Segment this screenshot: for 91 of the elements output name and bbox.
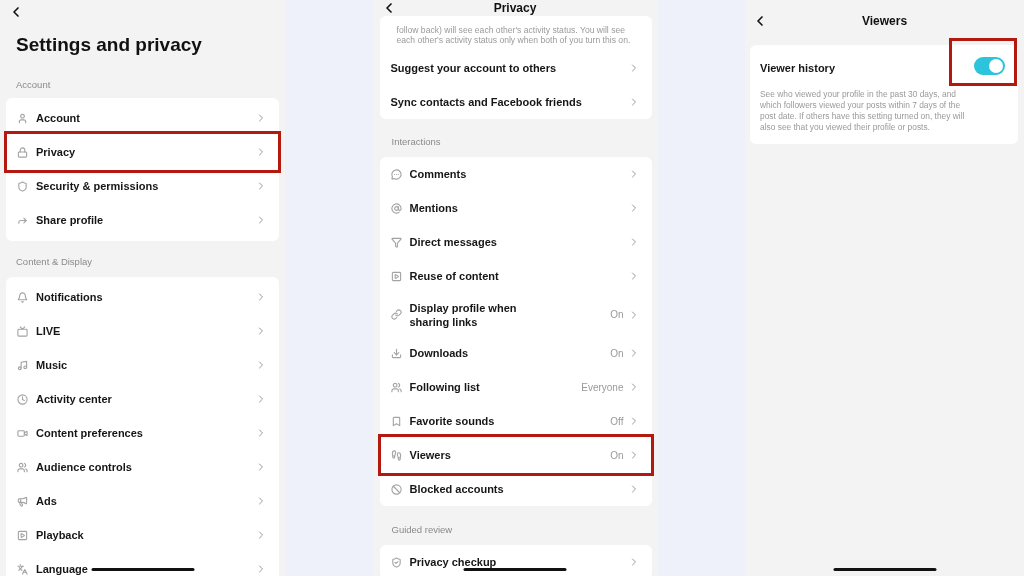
settings-row[interactable]: Viewers On — [379, 438, 652, 472]
row-label: Downloads — [409, 346, 469, 360]
page-title: Privacy — [493, 1, 537, 15]
row-value: Off — [610, 415, 624, 427]
blocked-icon — [390, 483, 402, 495]
page-title: Settings and privacy — [16, 33, 203, 57]
row-label: Viewers — [409, 448, 451, 462]
row-label: Share profile — [36, 213, 104, 227]
bookmark-icon — [390, 415, 402, 427]
section-label: Interactions — [390, 135, 442, 149]
people-icon — [17, 461, 28, 473]
row-label: Ads — [36, 494, 57, 508]
section-label: Guided review — [390, 523, 454, 537]
speech-bubble-icon — [390, 168, 402, 180]
footprints-icon — [390, 449, 402, 461]
settings-row[interactable]: Blocked accounts — [379, 472, 652, 506]
setting-title: Viewer history — [760, 62, 835, 74]
row-label: Direct messages — [409, 235, 497, 249]
row-label: Audience controls — [36, 460, 132, 474]
row-label: Reuse of content — [409, 269, 499, 283]
settings-row[interactable]: Privacy — [6, 135, 279, 169]
section-label: Account — [15, 78, 52, 92]
settings-row[interactable]: Playback — [6, 518, 279, 552]
row-label: Activity center — [36, 392, 112, 406]
row-label: Comments — [409, 167, 467, 181]
settings-row[interactable]: Suggest your account to others — [379, 51, 652, 85]
link-icon — [390, 309, 402, 320]
music-note-icon — [17, 359, 28, 371]
row-label: Sync contacts and Facebook friends — [390, 95, 582, 109]
setting-description: See who viewed your profile in the past 30 days, and which followers viewed your posts within 7 days of the post date. If others have this setting turned on, they will also see that you viewed their profile or posts. — [760, 89, 966, 133]
shield-check-icon — [390, 556, 402, 568]
settings-row[interactable]: Mentions — [379, 191, 652, 225]
row-label: Blocked accounts — [409, 482, 504, 496]
play-icon — [17, 529, 28, 541]
settings-row[interactable]: Favorite sounds Off — [379, 404, 652, 438]
bell-icon — [17, 291, 28, 303]
row-label: Security & permissions — [36, 179, 159, 193]
row-label: Language — [36, 562, 88, 576]
row-label: Content preferences — [36, 426, 143, 440]
description-text: follow back) will see each other's activity status. You will see each other's activity status only when both of you turn this on. — [395, 24, 632, 45]
settings-row[interactable]: Notifications — [6, 280, 279, 314]
funnel-icon — [390, 236, 402, 248]
row-label: Following list — [409, 380, 480, 394]
row-value: On — [610, 309, 624, 320]
settings-row[interactable]: LIVE — [6, 314, 279, 348]
tv-icon — [17, 325, 28, 337]
settings-row[interactable]: Display profile when sharing links On — [379, 293, 652, 336]
settings-row[interactable]: Sync contacts and Facebook friends — [379, 85, 652, 119]
download-icon — [390, 347, 402, 359]
settings-row[interactable]: Direct messages — [379, 225, 652, 259]
settings-row[interactable]: Share profile — [6, 203, 279, 237]
shield-icon — [17, 180, 28, 192]
settings-row[interactable]: Reuse of content — [379, 259, 652, 293]
settings-row[interactable]: Privacy checkup — [379, 545, 652, 576]
row-label: Notifications — [36, 290, 103, 304]
people-icon — [390, 381, 402, 393]
row-label: Privacy — [36, 145, 76, 159]
row-label: Mentions — [409, 201, 458, 215]
settings-row[interactable]: Language — [6, 552, 279, 576]
row-label: Favorite sounds — [409, 414, 495, 428]
settings-row[interactable]: Security & permissions — [6, 169, 279, 203]
settings-row[interactable]: Comments — [379, 157, 652, 191]
row-value: Everyone — [581, 381, 624, 393]
row-label: Playback — [36, 528, 84, 542]
row-label: Music — [36, 358, 68, 372]
row-label: Suggest your account to others — [390, 61, 557, 75]
clock-icon — [17, 393, 28, 405]
row-label: Display profile when sharing links — [409, 300, 518, 329]
at-sign-icon — [390, 202, 402, 214]
language-icon — [17, 563, 28, 575]
section-label: Content & Display — [15, 255, 94, 269]
settings-row[interactable]: Audience controls — [6, 450, 279, 484]
toggle-switch[interactable] — [974, 57, 1005, 75]
row-label: LIVE — [36, 324, 61, 338]
row-label: Account — [36, 111, 80, 125]
settings-row[interactable]: Content preferences — [6, 416, 279, 450]
row-value: On — [610, 449, 624, 461]
settings-row[interactable]: Activity center — [6, 382, 279, 416]
page-title: Viewers — [861, 14, 908, 28]
play-icon — [390, 270, 402, 282]
settings-row[interactable]: Following list Everyone — [379, 370, 652, 404]
lock-icon — [17, 146, 28, 158]
megaphone-icon — [17, 495, 28, 507]
settings-row[interactable]: Account — [6, 101, 279, 135]
row-label: Privacy checkup — [409, 555, 497, 569]
person-icon — [17, 112, 28, 124]
settings-row[interactable]: Downloads On — [379, 336, 652, 370]
video-camera-icon — [17, 427, 28, 439]
row-value: On — [610, 347, 624, 359]
settings-row[interactable]: Ads — [6, 484, 279, 518]
settings-row[interactable]: Music — [6, 348, 279, 382]
